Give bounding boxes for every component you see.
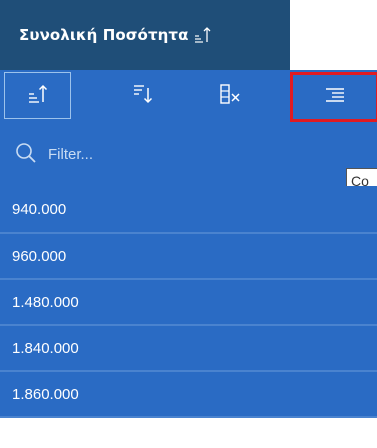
sort-ascending-icon [194, 26, 212, 44]
align-button[interactable] [290, 72, 377, 122]
list-item[interactable]: 940.000 [0, 186, 377, 234]
sort-ascending-button[interactable] [4, 72, 71, 119]
filter-input[interactable]: Filter... [0, 127, 377, 186]
clear-filter-icon [219, 83, 243, 109]
list-item[interactable]: 1.480.000 [0, 280, 377, 326]
sort-descending-button[interactable] [118, 72, 168, 119]
sort-ascending-icon [27, 83, 49, 109]
search-icon [15, 142, 37, 168]
align-right-icon [324, 86, 346, 108]
list-item[interactable]: 1.860.000 [0, 372, 377, 418]
list-item[interactable]: 960.000 [0, 234, 377, 280]
values-list: 940.000 960.000 1.480.000 1.840.000 1.86… [0, 186, 377, 418]
filter-placeholder: Filter... [48, 146, 94, 163]
column-header[interactable]: Συνολική Ποσότητα [0, 0, 290, 70]
column-title: Συνολική Ποσότητα [19, 26, 189, 44]
clear-filter-button[interactable] [206, 72, 256, 119]
list-item[interactable]: 1.840.000 [0, 326, 377, 372]
sort-descending-icon [132, 83, 154, 109]
column-toolbar [0, 70, 377, 127]
